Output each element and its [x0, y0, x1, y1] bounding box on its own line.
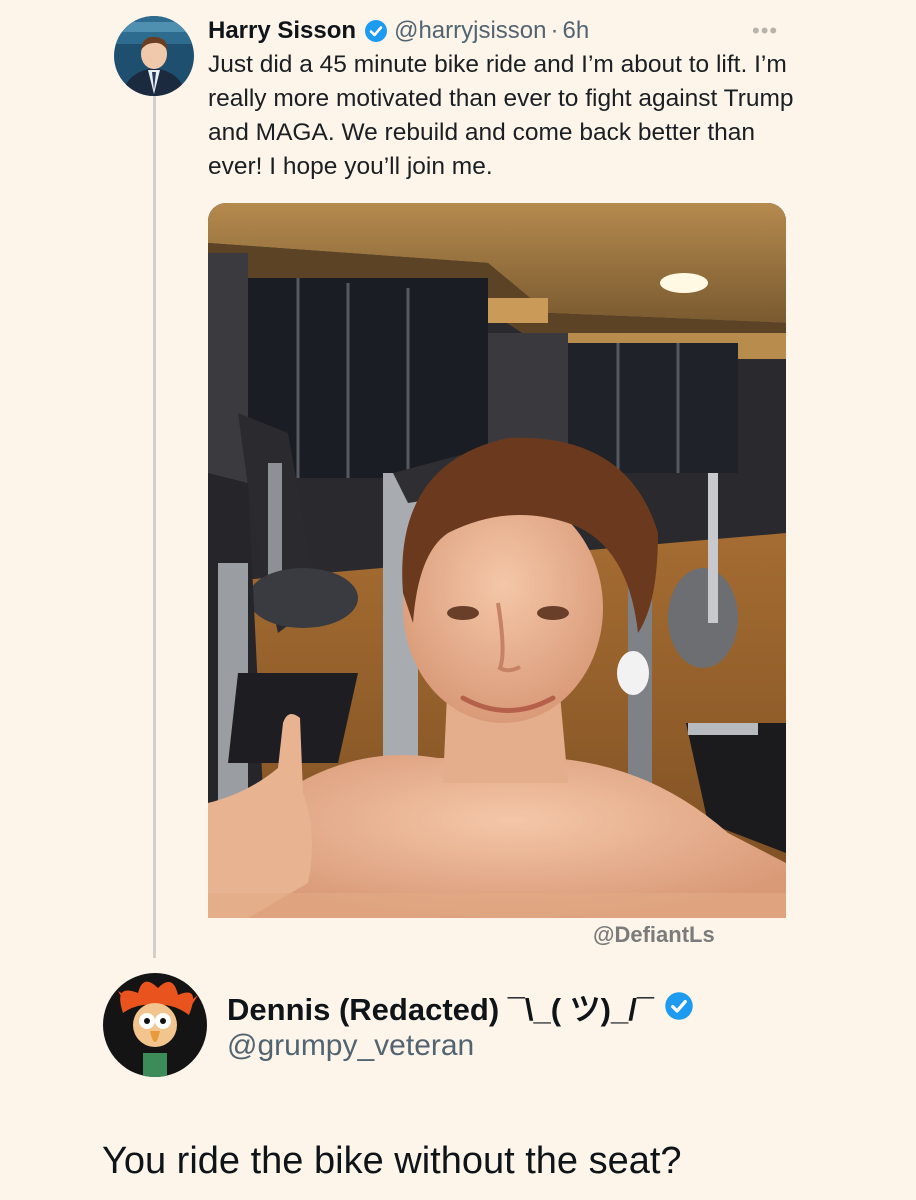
- separator-dot: ·: [550, 17, 559, 44]
- more-dots-icon[interactable]: •••: [752, 18, 778, 44]
- thread-connector-line: [153, 96, 156, 958]
- reply-author-name[interactable]: Dennis (Redacted) ¯\_( ツ)_/¯: [227, 984, 654, 1029]
- tweet-text: Just did a 45 minute bike ride and I’m a…: [208, 51, 794, 180]
- verified-badge-icon: [664, 991, 694, 1021]
- tweet-time[interactable]: 6h: [562, 17, 589, 45]
- reply-text: You ride the bike without the seat?: [102, 1140, 682, 1182]
- tweet-header: Harry Sisson @harryjsisson · 6h: [208, 14, 589, 48]
- tweet-photo[interactable]: [208, 203, 786, 918]
- author-handle[interactable]: @harryjsisson: [394, 17, 546, 45]
- avatar[interactable]: [114, 16, 194, 96]
- reply-author-handle[interactable]: @grumpy_veteran: [227, 1029, 474, 1063]
- watermark: @DefiantLs: [593, 922, 715, 947]
- reply-header: Dennis (Redacted) ¯\_( ツ)_/¯: [227, 985, 694, 1027]
- verified-badge-icon: [364, 19, 388, 43]
- avatar[interactable]: [103, 973, 207, 1077]
- author-name[interactable]: Harry Sisson: [208, 17, 356, 45]
